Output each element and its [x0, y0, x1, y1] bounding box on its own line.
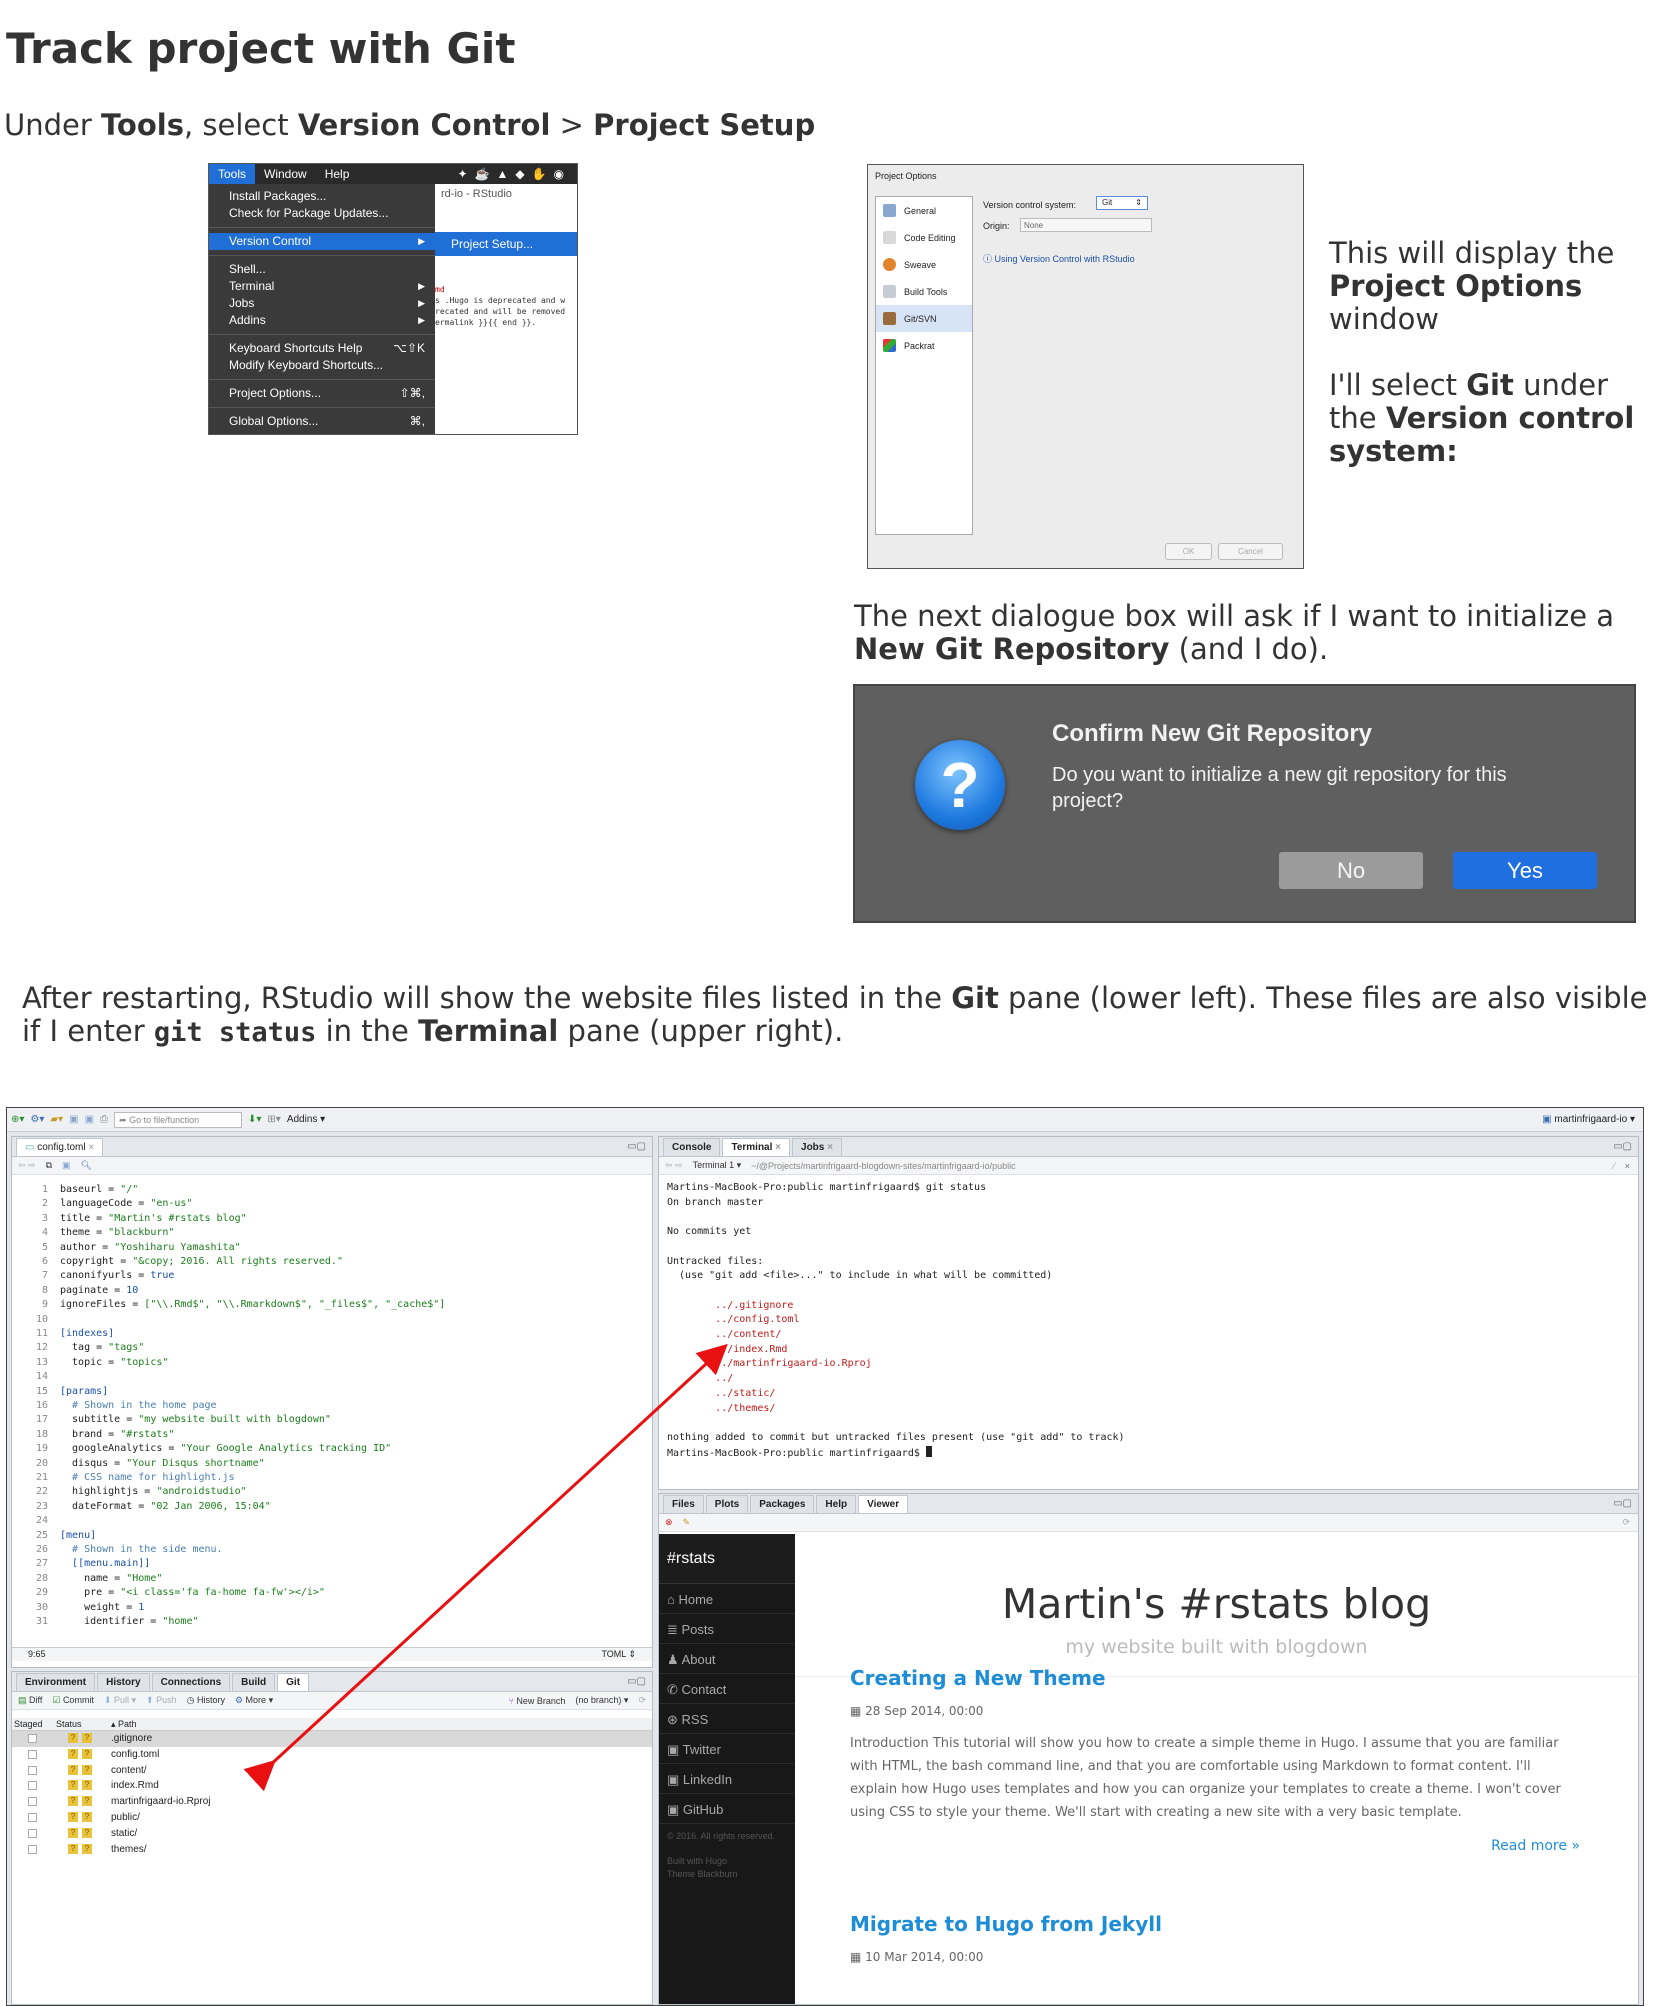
build-tools-icon — [883, 285, 896, 298]
menu-addins[interactable]: Addins ▶ — [209, 312, 435, 329]
menu-jobs[interactable]: Jobs ▶ — [209, 295, 435, 312]
submenu-arrow-icon: ▶ — [418, 298, 425, 308]
menu-check-updates[interactable]: Check for Package Updates... — [209, 205, 435, 222]
sidebar-item-packrat[interactable]: Packrat — [876, 332, 972, 359]
sidebar-item-git-svn[interactable]: Git/SVN — [876, 305, 972, 332]
menu-project-options[interactable]: Project Options... ⇧⌘, — [209, 385, 435, 402]
dialog-title: Confirm New Git Repository — [1052, 720, 1373, 747]
r-icon — [883, 204, 896, 217]
annotation-arrow — [243, 1343, 728, 1792]
menu-modify-shortcuts[interactable]: Modify Keyboard Shortcuts... — [209, 357, 435, 374]
window-title: Project Options — [875, 171, 937, 181]
menu-global-options[interactable]: Global Options... ⌘, — [209, 413, 435, 430]
question-icon: ? — [915, 740, 1005, 830]
after-restart-text: After restarting, RStudio will show the … — [22, 981, 1648, 1049]
sweave-icon — [883, 258, 896, 271]
tools-menu-screenshot: Tools Window Help ✦☕▲◆✋◉ rd-io - RStudio… — [208, 163, 578, 435]
menubar-help[interactable]: Help — [316, 167, 359, 181]
yes-button[interactable]: Yes — [1453, 852, 1597, 889]
ok-button[interactable]: OK — [1165, 543, 1212, 560]
caption-p1: This will display the Project Options wi… — [1329, 236, 1615, 336]
menu-install-packages[interactable]: Install Packages... — [209, 188, 435, 205]
project-options-caption: This will display the Project Options wi… — [1329, 237, 1649, 468]
code-fragment: md s .Hugo is deprecated and w recated a… — [435, 285, 566, 327]
intro-sep: > — [550, 108, 594, 142]
no-button[interactable]: No — [1279, 852, 1423, 889]
code-editing-icon — [883, 231, 896, 244]
vcs-select[interactable]: Git ⇕ — [1096, 196, 1148, 210]
sidebar-item-build-tools[interactable]: Build Tools — [876, 278, 972, 305]
sidebar-item-general[interactable]: General — [876, 197, 972, 224]
intro-prefix: Under — [4, 108, 101, 142]
sidebar-item-code-editing[interactable]: Code Editing — [876, 224, 972, 251]
options-sidebar: General Code Editing Sweave Build Tools … — [875, 196, 973, 535]
menu-separator — [209, 227, 435, 228]
menu-shell[interactable]: Shell... — [209, 261, 435, 278]
origin-field[interactable]: None — [1020, 218, 1152, 232]
intro-version-control: Version Control — [297, 108, 551, 142]
rstudio-screenshot: ⊕▾ ⚙▾ ▰▾ ▣ ▣ ⎙ ➦ Go to file/function ⬇▾ … — [6, 1107, 1644, 2006]
tools-dropdown: Install Packages... Check for Package Up… — [209, 184, 435, 434]
intro-project-setup: Project Setup — [593, 108, 816, 142]
packrat-icon — [883, 339, 896, 352]
menu-separator — [209, 255, 435, 256]
intro-tools: Tools — [101, 108, 184, 142]
submenu-project-setup[interactable]: Project Setup... — [435, 232, 577, 256]
git-svn-icon — [883, 312, 896, 325]
menubar-window[interactable]: Window — [255, 167, 316, 181]
intro-text: Under Tools, select Version Control > Pr… — [4, 108, 815, 142]
menu-separator — [209, 379, 435, 380]
caption-p2: I'll select Git under the Version contro… — [1329, 368, 1635, 468]
menubar-tools[interactable]: Tools — [209, 164, 256, 184]
menu-separator — [209, 334, 435, 335]
confirm-git-dialog: ? Confirm New Git Repository Do you want… — [853, 684, 1636, 923]
vcs-label: Version control system: — [983, 200, 1077, 210]
menu-keyboard-shortcuts-help[interactable]: Keyboard Shortcuts Help ⌥⇧K — [209, 340, 435, 357]
dialog-intro-text: The next dialogue box will ask if I want… — [854, 599, 1615, 666]
submenu-arrow-icon: ▶ — [418, 281, 425, 291]
mac-menubar: Tools Window Help ✦☕▲◆✋◉ — [209, 164, 577, 184]
help-link[interactable]: ⓘ Using Version Control with RStudio — [983, 252, 1135, 265]
arrow-line — [243, 1343, 728, 1792]
page-title: Track project with Git — [6, 24, 516, 73]
sidebar-item-sweave[interactable]: Sweave — [876, 251, 972, 278]
dialog-message: Do you want to initialize a new git repo… — [1052, 764, 1507, 812]
intro-mid: , select — [183, 108, 298, 142]
help-icon: ⓘ — [983, 254, 995, 264]
cancel-button[interactable]: Cancel — [1218, 543, 1283, 560]
menu-terminal[interactable]: Terminal ▶ — [209, 278, 435, 295]
project-options-window: Project Options General Code Editing Swe… — [867, 164, 1304, 569]
menu-version-control[interactable]: Version Control ▶ — [209, 233, 435, 250]
submenu-arrow-icon: ▶ — [418, 315, 425, 325]
status-icons: ✦☕▲◆✋◉ — [457, 167, 571, 181]
origin-label: Origin: — [983, 221, 1010, 231]
submenu-arrow-icon: ▶ — [418, 236, 425, 246]
rstudio-window-behind: rd-io - RStudio md s .Hugo is deprecated… — [435, 184, 577, 434]
select-arrows-icon: ⇕ — [1135, 198, 1142, 207]
menu-separator — [209, 407, 435, 408]
window-title-fragment: rd-io - RStudio — [441, 188, 512, 200]
